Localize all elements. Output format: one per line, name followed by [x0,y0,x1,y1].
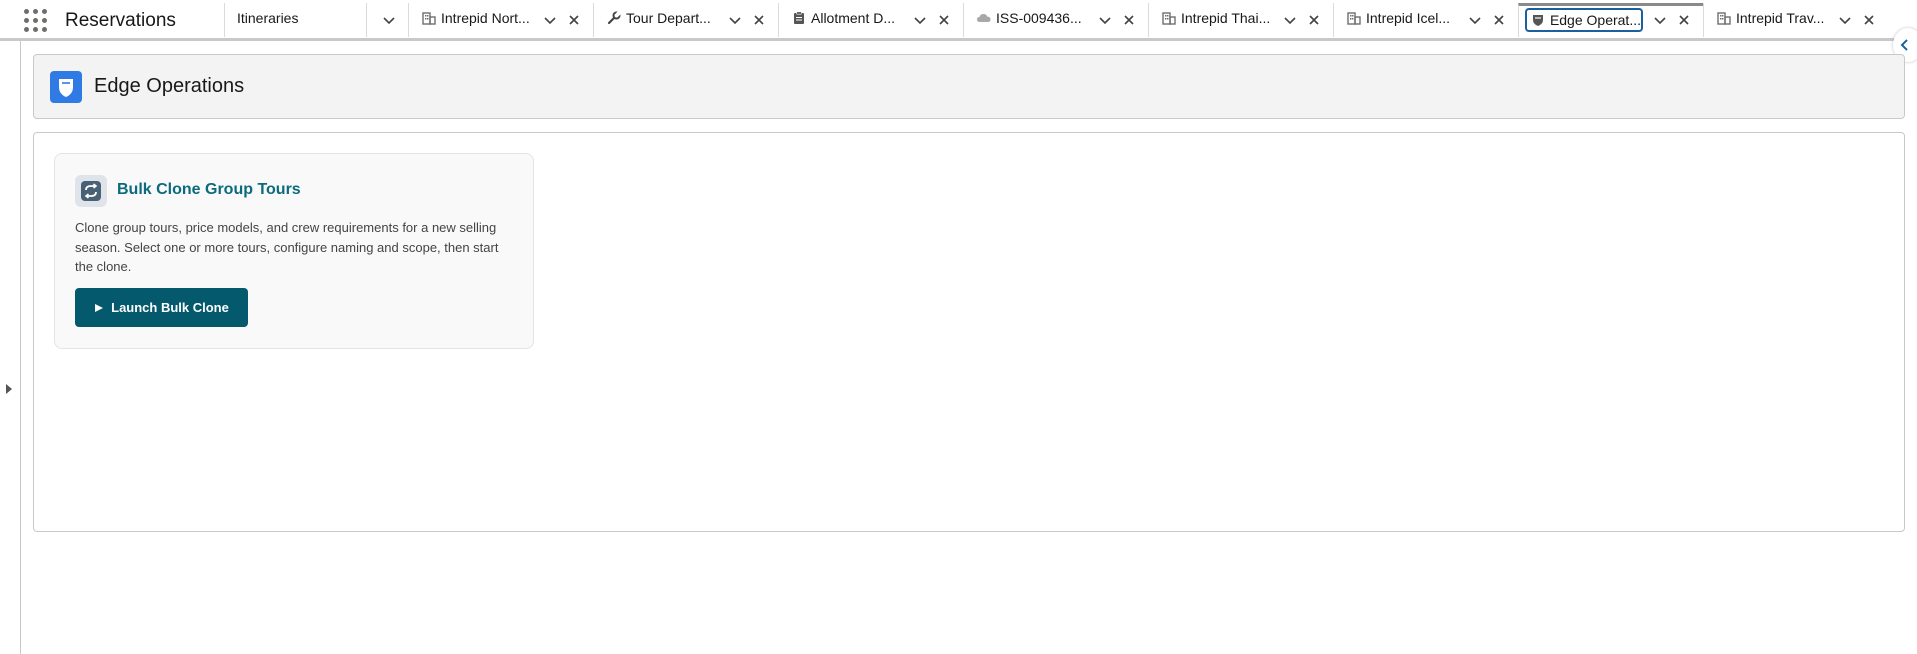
tab-intrepid-travel[interactable]: Intrepid Trav... [1703,3,1888,37]
tab-label: Intrepid Trav... [1736,10,1825,26]
close-icon[interactable] [1861,12,1877,28]
tab-label: ISS-009436... [996,10,1082,26]
card-title: Bulk Clone Group Tours [117,181,301,198]
account-building-icon [1346,10,1362,26]
tab-tour-departure[interactable]: Tour Depart... [593,3,778,37]
chevron-down-icon[interactable] [1282,12,1298,28]
chevron-down-icon[interactable] [1097,12,1113,28]
close-icon[interactable] [1491,12,1507,28]
tab-label: Intrepid Nort... [441,10,530,26]
launch-bulk-clone-button[interactable]: Launch Bulk Clone [75,288,248,327]
shield-icon [1531,12,1546,28]
button-label: Launch Bulk Clone [111,300,229,315]
tab-label: Tour Depart... [626,10,711,26]
account-building-icon [1716,10,1732,26]
shield-icon [50,71,82,103]
play-icon [95,303,104,312]
chevron-down-icon[interactable] [1467,12,1483,28]
chevron-down-icon[interactable] [727,12,743,28]
tab-label-container[interactable]: Intrepid Trav... [1710,6,1830,30]
tab-divider [366,3,367,37]
refresh-icon [75,175,107,207]
close-icon[interactable] [566,12,582,28]
tab-intrepid-thai[interactable]: Intrepid Thai... [1148,3,1333,37]
tab-label: Itineraries [237,10,299,26]
tab-label-container[interactable]: Intrepid Icel... [1340,6,1460,30]
tab-label-container[interactable]: Edge Operat... [1525,8,1643,32]
chevron-down-icon[interactable] [381,12,397,28]
tab-itineraries[interactable]: Itineraries [224,3,408,37]
tab-intrepid-north[interactable]: Intrepid Nort... [408,3,593,37]
cloud-icon [976,10,992,26]
tab-label-container[interactable]: Intrepid Thai... [1155,6,1275,30]
close-icon[interactable] [1676,12,1692,28]
tab-label: Intrepid Thai... [1181,10,1271,26]
tab-label: Allotment D... [811,10,896,26]
wrench-icon [606,10,622,26]
account-building-icon [1161,10,1177,26]
tab-label-container[interactable]: Itineraries [231,6,351,30]
utility-rail [0,41,21,654]
tab-intrepid-iceland[interactable]: Intrepid Icel... [1333,3,1518,37]
expand-right-icon[interactable] [4,383,14,395]
chevron-left-icon [1900,39,1908,51]
close-icon[interactable] [1121,12,1137,28]
tab-allotment[interactable]: Allotment D... [778,3,963,37]
app-name: Reservations [65,10,176,31]
bulk-clone-card: Bulk Clone Group Tours Clone group tours… [54,153,534,349]
tab-label-container[interactable]: Tour Depart... [600,6,720,30]
close-icon[interactable] [751,12,767,28]
global-navigation-bar: Reservations Itineraries Intrepid Nort..… [0,0,1917,41]
card-description: Clone group tours, price models, and cre… [75,220,499,274]
tab-issue[interactable]: ISS-009436... [963,3,1148,37]
close-icon[interactable] [936,12,952,28]
page-header: Edge Operations [33,54,1905,119]
clipboard-icon [791,10,807,26]
chevron-down-icon[interactable] [542,12,558,28]
tab-label: Intrepid Icel... [1366,10,1451,26]
close-icon[interactable] [1306,12,1322,28]
app-launcher-grid-icon[interactable] [24,9,48,33]
tab-label-container[interactable]: Allotment D... [785,6,905,30]
account-building-icon [421,10,437,26]
chevron-down-icon[interactable] [1652,12,1668,28]
tab-label-container[interactable]: Intrepid Nort... [415,6,535,30]
chevron-down-icon[interactable] [1837,12,1853,28]
workspace-tab-bar: Itineraries Intrepid Nort... Tour Depart… [224,3,1917,38]
tab-edge-operations[interactable]: Edge Operat... [1518,3,1703,37]
tab-label: Edge Operat... [1549,12,1641,28]
main-content-panel: Bulk Clone Group Tours Clone group tours… [33,132,1905,532]
chevron-down-icon[interactable] [912,12,928,28]
page-title: Edge Operations [94,75,245,97]
tab-label-container[interactable]: ISS-009436... [970,6,1090,30]
